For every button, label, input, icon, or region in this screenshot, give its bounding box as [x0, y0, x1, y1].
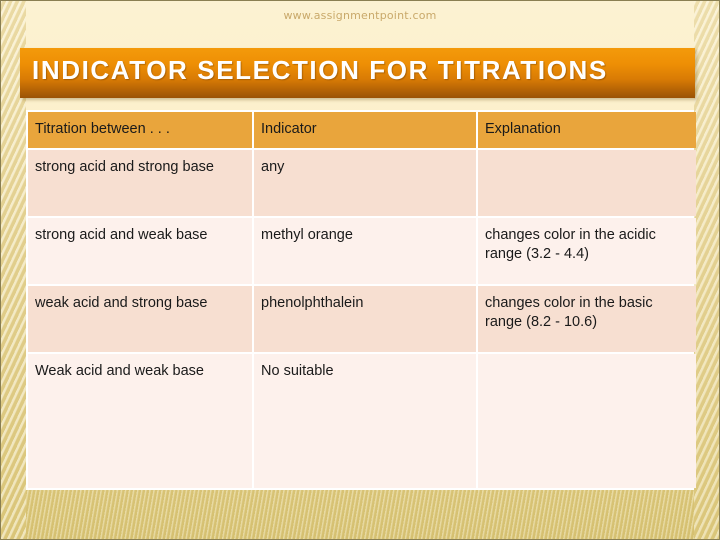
column-header-titration: Titration between . . . — [28, 112, 252, 148]
cell-titration: strong acid and strong base — [28, 150, 252, 216]
table-header-row: Titration between . . . Indicator Explan… — [28, 112, 696, 148]
column-header-indicator: Indicator — [254, 112, 476, 148]
cell-indicator: phenolphthalein — [254, 286, 476, 352]
cell-titration: strong acid and weak base — [28, 218, 252, 284]
cell-indicator: No suitable — [254, 354, 476, 488]
cell-titration: Weak acid and weak base — [28, 354, 252, 488]
table-header: Titration between . . . Indicator Explan… — [28, 112, 696, 148]
cell-indicator: methyl orange — [254, 218, 476, 284]
cell-explanation: changes color in the acidic range (3.2 -… — [478, 218, 696, 284]
cell-indicator: any — [254, 150, 476, 216]
watermark-text: www.assignmentpoint.com — [283, 9, 437, 22]
slide: www.assignmentpoint.com INDICATOR SELECT… — [0, 0, 720, 540]
cell-explanation: changes color in the basic range (8.2 - … — [478, 286, 696, 352]
table-row: weak acid and strong base phenolphthalei… — [28, 286, 696, 352]
indicator-table-container: Titration between . . . Indicator Explan… — [26, 110, 696, 490]
cell-explanation — [478, 150, 696, 216]
page-title: INDICATOR SELECTION FOR TITRATIONS — [32, 55, 608, 85]
indicator-table: Titration between . . . Indicator Explan… — [26, 110, 698, 490]
cell-titration: weak acid and strong base — [28, 286, 252, 352]
table-row: strong acid and weak base methyl orange … — [28, 218, 696, 284]
cell-explanation — [478, 354, 696, 488]
title-banner: INDICATOR SELECTION FOR TITRATIONS — [20, 48, 695, 98]
table-row: Weak acid and weak base No suitable — [28, 354, 696, 488]
column-header-explanation: Explanation — [478, 112, 696, 148]
table-row: strong acid and strong base any — [28, 150, 696, 216]
table-body: strong acid and strong base any strong a… — [28, 150, 696, 488]
